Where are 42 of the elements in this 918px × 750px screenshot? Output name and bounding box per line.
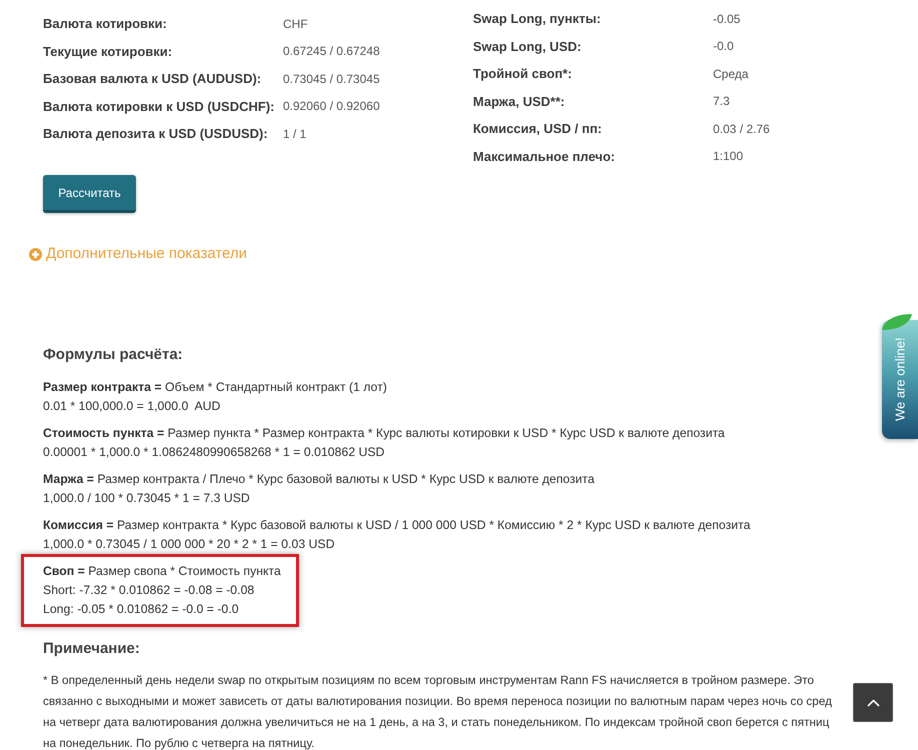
section-title: Примечание:	[43, 639, 140, 659]
field-label: Валюта депозита к USD (USDUSD):	[43, 126, 268, 142]
field-label: Максимальное плечо:	[473, 148, 615, 164]
formula-calculation: 1,000.0 * 0.73045 / 1 000 000 * 20 * 2 * 1 = 0.03 USD	[43, 536, 335, 552]
formula-text: Маржа = Размер контракта / Плечо * Курс базовой валюты к USD * Курс USD к валюте депозита	[43, 470, 594, 488]
leaf-icon	[882, 314, 912, 330]
formula-text: Комиссия = Размер контракта * Курс базовой валюты к USD / 1 000 000 USD * Комиссию * 2 * Курс USD к валюте депозита	[43, 516, 750, 534]
field-value: -0.0	[713, 39, 734, 54]
field-label: Валюта котировки к USD (USDCHF):	[43, 98, 274, 114]
field-label: Тройной своп*:	[473, 66, 572, 82]
field-value: Среда	[713, 66, 748, 81]
field-value: 1 / 1	[283, 126, 306, 141]
formula-text: Размер контракта = Объем * Стандартный контракт (1 лот)	[43, 378, 387, 396]
field-label: Комиссия, USD / пп:	[473, 121, 602, 136]
field-value: 0.73045 / 0.73045	[283, 72, 380, 86]
formula-calculation: 0.00001 * 1,000.0 * 1.0862480990658268 * 1 = 0.010862 USD	[43, 444, 385, 460]
field-label: Swap Long, USD:	[473, 38, 582, 54]
field-value: -0.05	[713, 12, 740, 26]
field-value: CHF	[283, 16, 308, 31]
more-indicators-link[interactable]: Дополнительные показатели	[29, 245, 248, 263]
formula-calculation: 1,000.0 / 100 * 0.73045 * 1 = 7.3 USD	[43, 490, 250, 506]
online-chat-tab[interactable]: We are online!	[882, 320, 918, 439]
section-title: Формулы расчёта:	[43, 345, 183, 365]
field-label: Валюта котировки:	[43, 16, 167, 32]
field-value: 7.3	[713, 94, 730, 108]
field-value: 0.67245 / 0.67248	[283, 44, 380, 58]
scroll-top-button[interactable]	[853, 683, 893, 722]
chevron-up-icon	[866, 698, 880, 706]
note-paragraph: * В определенный день недели swap по открытым позициям по всем торговым инструментам Rann FS начисляется в тройном размере. Это связанно с выходными и может зависеть от даты валютирования позиции. Во время переноса позиции по валютным парам через ночь со сред на четверг дата валютирования должна увеличиться не на 1 день, а на 3, и стать понедельником. По индексам тройной своп берется с пятниц на понедельник. По рублю с четверга на пятницу.	[43, 672, 832, 750]
formula-text: Своп = Размер свопа * Стоимость пункта	[43, 562, 281, 580]
field-value: 0.92060 / 0.92060	[283, 99, 380, 114]
field-value: 1:100	[713, 149, 744, 164]
formula-calculation: Long: -0.05 * 0.010862 = -0.0 = -0.0	[43, 600, 239, 618]
formula-calculation: Short: -7.32 * 0.010862 = -0.08 = -0.08	[43, 582, 254, 598]
calculate-button[interactable]: Рассчитать	[43, 175, 136, 213]
field-label: Базовая валюта к USD (AUDUSD):	[43, 71, 262, 86]
formula-text: Стоимость пункта = Размер пункта * Размер контракта * Курс валюты котировки к USD * Курс USD к валюте депозита	[43, 424, 725, 442]
field-label: Текущие котировки:	[43, 44, 172, 59]
field-label: Маржа, USD**:	[473, 94, 565, 109]
formula-calculation: 0.01 * 100,000.0 = 1,000.0 AUD	[43, 398, 220, 414]
field-label: Swap Long, пункты:	[473, 11, 601, 26]
field-value: 0.03 / 2.76	[713, 122, 770, 136]
